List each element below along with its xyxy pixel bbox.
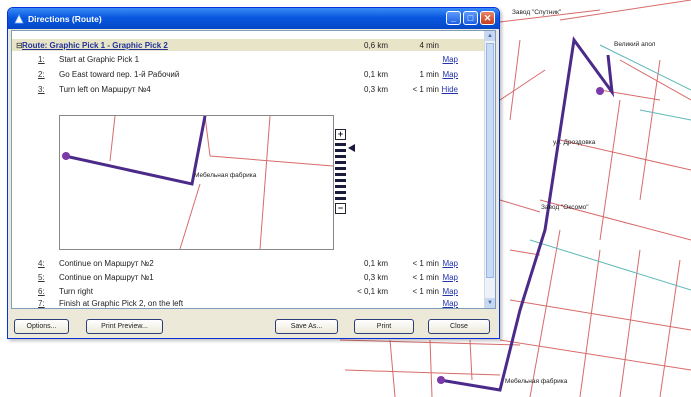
step-distance: 0,3 km: [363, 84, 388, 94]
step-row: 6: Turn right < 0,1 km < 1 min Map: [12, 285, 485, 297]
directions-window[interactable]: Directions (Route) _ □ ✕ ⊟ Route: Graphi…: [7, 7, 500, 339]
map-label-vechny: Великий апол: [614, 41, 656, 48]
step-row: 5: Continue on Маршрут №1 0,3 km < 1 min…: [12, 271, 485, 283]
zoom-level-pointer-icon: [348, 144, 355, 152]
step-text: Start at Graphic Pick 1: [59, 54, 140, 64]
step-row: 3: Turn left on Маршрут №4 0,3 km < 1 mi…: [12, 83, 485, 95]
step-distance: 0,3 km: [363, 272, 388, 282]
step-text: Go East toward пер. 1-й Рабочий: [59, 69, 180, 79]
zoom-out-button[interactable]: −: [335, 203, 346, 214]
step-text: Continue on Маршрут №1: [59, 272, 154, 282]
step-row: 7: Finish at Graphic Pick 2, on the left…: [12, 297, 485, 309]
step-map-link[interactable]: Map: [442, 55, 458, 64]
maximize-icon: □: [467, 13, 474, 23]
step-map-link[interactable]: Map: [442, 273, 458, 282]
minimize-button[interactable]: _: [446, 11, 461, 25]
step-time: < 1 min: [412, 258, 439, 268]
step-map-link[interactable]: Map: [442, 259, 458, 268]
step-text: Turn left on Маршрут №4: [59, 84, 151, 94]
step-row: 2: Go East toward пер. 1-й Рабочий 0,1 k…: [12, 68, 485, 80]
step-map-link[interactable]: Map: [442, 299, 458, 308]
zoom-in-button[interactable]: +: [335, 129, 346, 140]
step-distance: < 0,1 km: [357, 286, 388, 296]
step-map-link[interactable]: Map: [442, 70, 458, 79]
step-map-link[interactable]: Map: [442, 287, 458, 296]
vertical-scrollbar[interactable]: ▲ ▼: [484, 31, 495, 308]
step-number: 6:: [38, 286, 45, 296]
minimap-canvas: [62, 115, 334, 250]
step-distance: 0,1 km: [363, 258, 388, 268]
window-title: Directions (Route): [28, 13, 102, 24]
step-text: Turn right: [59, 286, 93, 296]
scroll-down-icon[interactable]: ▼: [485, 298, 495, 308]
step-number: 1:: [38, 54, 45, 64]
end-pick-marker: [437, 376, 445, 384]
scroll-thumb[interactable]: [486, 43, 494, 278]
step-time: 1 min: [419, 69, 439, 79]
step-distance: 0,1 km: [363, 69, 388, 79]
route-name[interactable]: Route: Graphic Pick 1 - Graphic Pick 2: [22, 41, 168, 50]
maximize-button[interactable]: □: [463, 11, 478, 25]
step-number: 4:: [38, 258, 45, 268]
map-label-zavod: Завод "Спутник": [512, 9, 562, 16]
step-row: 1: Start at Graphic Pick 1 Map: [12, 53, 485, 65]
directions-list[interactable]: ⊟ Route: Graphic Pick 1 - Graphic Pick 2…: [11, 30, 496, 309]
step-hide-link[interactable]: Hide: [442, 85, 458, 94]
close-button[interactable]: Close: [428, 319, 490, 334]
options-button[interactable]: Options...: [14, 319, 69, 334]
button-bar: Options... Print Preview... Save As... P…: [8, 315, 499, 338]
close-icon: ✕: [483, 12, 492, 23]
scroll-up-icon[interactable]: ▲: [485, 31, 495, 41]
route-time: 4 min: [419, 40, 439, 50]
route-distance: 0,6 km: [363, 40, 388, 50]
close-window-button[interactable]: ✕: [480, 11, 495, 25]
minimize-icon: _: [450, 13, 456, 23]
step-number: 3:: [38, 84, 45, 94]
minimap-label: Мебельная фабрика: [194, 172, 257, 179]
save-as-button[interactable]: Save As...: [275, 319, 338, 334]
print-preview-button[interactable]: Print Preview...: [86, 319, 163, 334]
step-number: 5:: [38, 272, 45, 282]
step-number: 7:: [38, 298, 45, 308]
step-text: Finish at Graphic Pick 2, on the left: [59, 298, 184, 308]
route-header-row[interactable]: ⊟ Route: Graphic Pick 1 - Graphic Pick 2…: [12, 39, 485, 51]
print-button[interactable]: Print: [354, 319, 414, 334]
map-label-oksoma: Завод "Оксомо": [541, 204, 589, 211]
map-label-drozdovka: ул. Дроздовка: [553, 139, 596, 146]
step-time: < 1 min: [412, 84, 439, 94]
step-text: Continue on Маршрут №2: [59, 258, 154, 268]
step-minimap[interactable]: Мебельная фабрика: [59, 115, 334, 250]
map-label-mebel: Мебельная фабрика: [505, 378, 568, 385]
directions-icon: [14, 13, 24, 23]
step-time: < 1 min: [412, 286, 439, 296]
step-time: < 1 min: [412, 272, 439, 282]
minimap-zoom-control[interactable]: + −: [335, 129, 347, 214]
step-row: 4: Continue on Маршрут №2 0,1 km < 1 min…: [12, 257, 485, 269]
start-pick-marker: [596, 87, 604, 95]
title-bar[interactable]: Directions (Route) _ □ ✕: [8, 8, 499, 29]
step-number: 2:: [38, 69, 45, 79]
